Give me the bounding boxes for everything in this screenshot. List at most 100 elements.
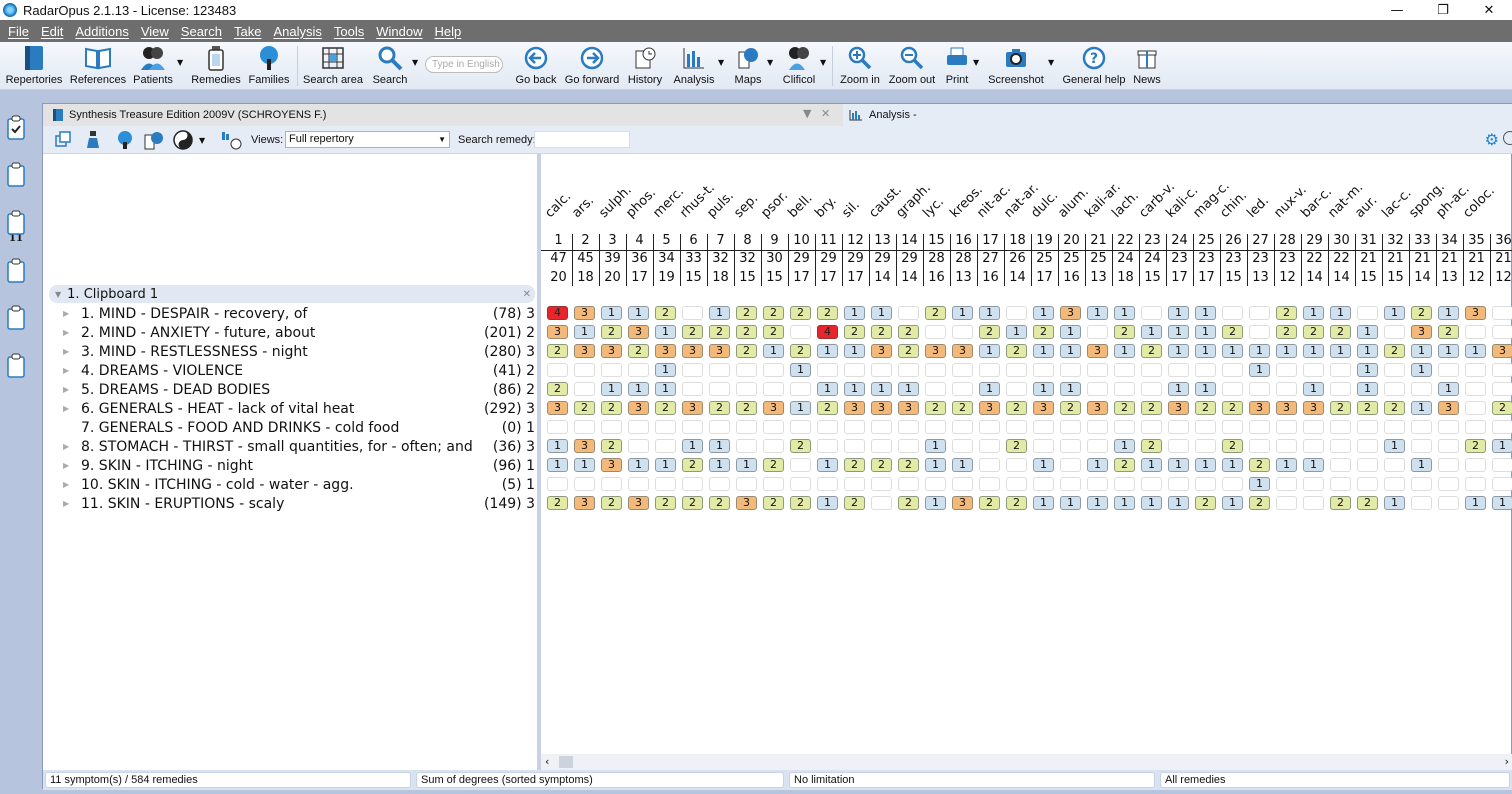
remedy-name[interactable]: bry. [812, 194, 839, 221]
grade-cell[interactable]: 1 [1033, 344, 1054, 358]
grade-cell[interactable] [844, 363, 865, 377]
grade-cell[interactable]: 2 [763, 306, 784, 320]
maps-dropdown-arrow[interactable]: ▼ [767, 58, 773, 67]
grade-cell[interactable] [1114, 382, 1135, 396]
grade-cell[interactable] [628, 439, 649, 453]
grade-cell[interactable]: 2 [844, 496, 865, 510]
grade-cell[interactable] [601, 420, 622, 434]
grade-cell[interactable] [817, 420, 838, 434]
grade-cell[interactable] [1438, 496, 1459, 510]
grade-cell[interactable]: 1 [952, 306, 973, 320]
remedy-name[interactable]: bell. [785, 191, 815, 221]
grade-cell[interactable] [736, 363, 757, 377]
grade-cell[interactable]: 1 [1222, 458, 1243, 472]
grade-cell[interactable]: 1 [1411, 458, 1432, 472]
references-button[interactable]: References [70, 44, 126, 88]
grade-cell[interactable]: 3 [601, 344, 622, 358]
grade-cell[interactable] [1006, 477, 1027, 491]
grade-cell[interactable] [1006, 363, 1027, 377]
grade-cell[interactable] [1141, 306, 1162, 320]
grade-cell[interactable]: 1 [1141, 458, 1162, 472]
grade-cell[interactable] [736, 477, 757, 491]
grade-cell[interactable]: 3 [1492, 344, 1512, 358]
grade-cell[interactable]: 2 [655, 496, 676, 510]
grade-cell[interactable]: 1 [1303, 458, 1324, 472]
grade-cell[interactable]: 1 [1060, 344, 1081, 358]
menu-additions[interactable]: Additions [75, 24, 128, 39]
grade-cell[interactable]: 2 [682, 458, 703, 472]
history-button[interactable]: History [626, 44, 664, 88]
grade-cell[interactable] [1006, 420, 1027, 434]
grade-cell[interactable]: 1 [844, 306, 865, 320]
grade-cell[interactable] [1438, 363, 1459, 377]
grade-cell[interactable]: 1 [1303, 344, 1324, 358]
grade-cell[interactable] [1384, 458, 1405, 472]
grade-cell[interactable] [1465, 401, 1486, 415]
expand-icon[interactable]: ▶ [63, 347, 81, 356]
grade-cell[interactable]: 2 [601, 325, 622, 339]
menu-file[interactable]: File [8, 24, 29, 39]
grade-cell[interactable] [655, 477, 676, 491]
grade-cell[interactable]: 2 [1006, 439, 1027, 453]
grade-cell[interactable] [1006, 458, 1027, 472]
grade-cell[interactable]: 1 [790, 363, 811, 377]
grade-cell[interactable] [1438, 477, 1459, 491]
grade-cell[interactable] [952, 477, 973, 491]
grade-cell[interactable] [844, 420, 865, 434]
grade-cell[interactable] [763, 382, 784, 396]
grade-cell[interactable] [1087, 382, 1108, 396]
maps-button[interactable]: Maps [732, 44, 764, 88]
grade-cell[interactable]: 1 [709, 306, 730, 320]
grade-cell[interactable] [952, 363, 973, 377]
grade-cell[interactable] [898, 439, 919, 453]
grade-cell[interactable]: 1 [925, 496, 946, 510]
analysis-dropdown-arrow[interactable]: ▼ [718, 58, 724, 67]
grade-cell[interactable]: 2 [817, 401, 838, 415]
grade-cell[interactable] [790, 458, 811, 472]
expand-icon[interactable]: ▶ [63, 499, 81, 508]
grade-cell[interactable]: 2 [709, 401, 730, 415]
grade-cell[interactable]: 3 [1168, 401, 1189, 415]
grade-cell[interactable] [844, 477, 865, 491]
grade-cell[interactable]: 2 [1114, 325, 1135, 339]
grade-cell[interactable]: 2 [1465, 439, 1486, 453]
grade-cell[interactable] [1276, 439, 1297, 453]
grade-cell[interactable] [1114, 363, 1135, 377]
grade-cell[interactable]: 1 [1114, 496, 1135, 510]
grade-cell[interactable] [1357, 439, 1378, 453]
grade-cell[interactable] [871, 477, 892, 491]
yin-yang-dropdown-arrow[interactable]: ▼ [199, 130, 205, 150]
remedies-button[interactable]: Remedies [191, 44, 241, 88]
grade-cell[interactable] [790, 325, 811, 339]
grade-cell[interactable]: 2 [1060, 401, 1081, 415]
analysis-button[interactable]: Analysis [674, 44, 714, 88]
views-select[interactable]: Full repertory ▼ [285, 131, 450, 148]
grade-cell[interactable]: 2 [547, 344, 568, 358]
grade-cell[interactable]: 1 [682, 439, 703, 453]
grade-cell[interactable] [1114, 420, 1135, 434]
grade-cell[interactable] [979, 458, 1000, 472]
grade-cell[interactable] [1033, 363, 1054, 377]
grade-cell[interactable]: 1 [817, 458, 838, 472]
grade-cell[interactable]: 2 [547, 382, 568, 396]
grade-cell[interactable] [1465, 382, 1486, 396]
grade-cell[interactable] [1411, 496, 1432, 510]
print-button[interactable]: Print [944, 44, 970, 88]
grade-cell[interactable]: 3 [736, 496, 757, 510]
repertories-button[interactable]: Repertories [6, 44, 62, 88]
grade-cell[interactable] [1411, 477, 1432, 491]
grade-cell[interactable]: 2 [817, 306, 838, 320]
grade-cell[interactable]: 2 [709, 496, 730, 510]
expand-icon[interactable]: ▶ [63, 385, 81, 394]
grade-cell[interactable] [1438, 458, 1459, 472]
screenshot-button[interactable]: Screenshot [988, 44, 1044, 88]
remedy-filter-icon[interactable] [85, 130, 101, 150]
grade-cell[interactable]: 3 [1087, 344, 1108, 358]
grade-cell[interactable] [682, 306, 703, 320]
symptom-row[interactable]: 7. GENERALS - FOOD AND DRINKS - cold foo… [63, 418, 535, 437]
grade-cell[interactable]: 2 [844, 325, 865, 339]
quick-search-input[interactable]: Type in English [425, 56, 503, 73]
grade-cell[interactable]: 1 [1330, 344, 1351, 358]
grade-cell[interactable] [1033, 477, 1054, 491]
grade-cell[interactable]: 1 [898, 382, 919, 396]
